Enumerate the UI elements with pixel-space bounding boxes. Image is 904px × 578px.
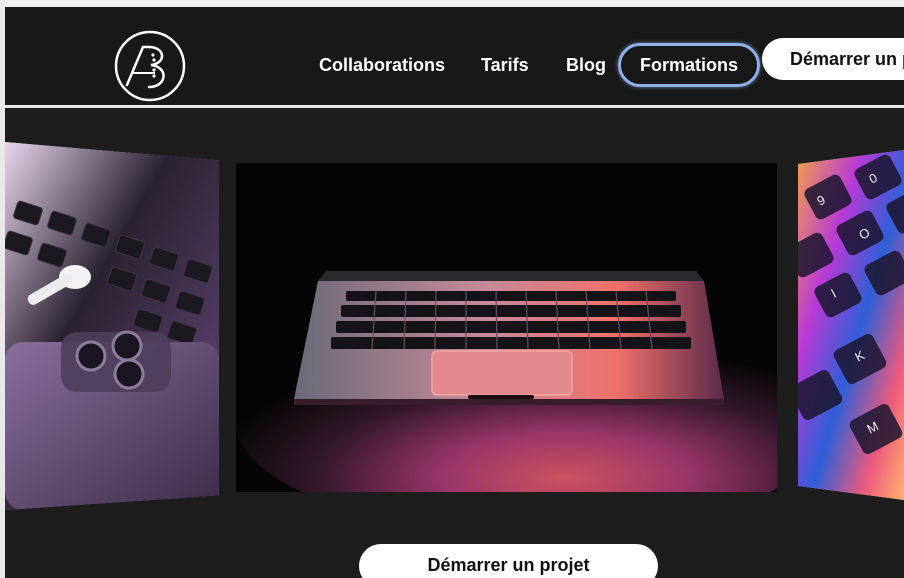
header-divider (5, 105, 904, 108)
nav-link-tarifs[interactable]: Tarifs (481, 43, 529, 87)
colorful-keyboard-image: 9 0 O I K M (798, 150, 904, 500)
browser-edge (0, 0, 904, 7)
site-header: Collaborations Tarifs Blog Formations Dé… (5, 7, 904, 105)
nav-link-collaborations[interactable]: Collaborations (319, 43, 445, 87)
start-project-button-header[interactable]: Démarrer un projet (762, 38, 904, 80)
page: Collaborations Tarifs Blog Formations Dé… (0, 0, 904, 578)
carousel-slide-center[interactable] (236, 163, 777, 492)
nav-link-blog[interactable]: Blog (566, 43, 606, 87)
start-project-button[interactable]: Démarrer un projet (359, 544, 658, 578)
ab-logo-icon[interactable] (113, 29, 187, 103)
keyboard-airpods-image (5, 142, 219, 510)
macbook-image (236, 163, 777, 492)
carousel-slide-right[interactable]: 9 0 O I K M (798, 150, 904, 500)
nav-link-formations[interactable]: Formations (618, 43, 760, 87)
carousel-slide-left[interactable] (5, 142, 219, 510)
